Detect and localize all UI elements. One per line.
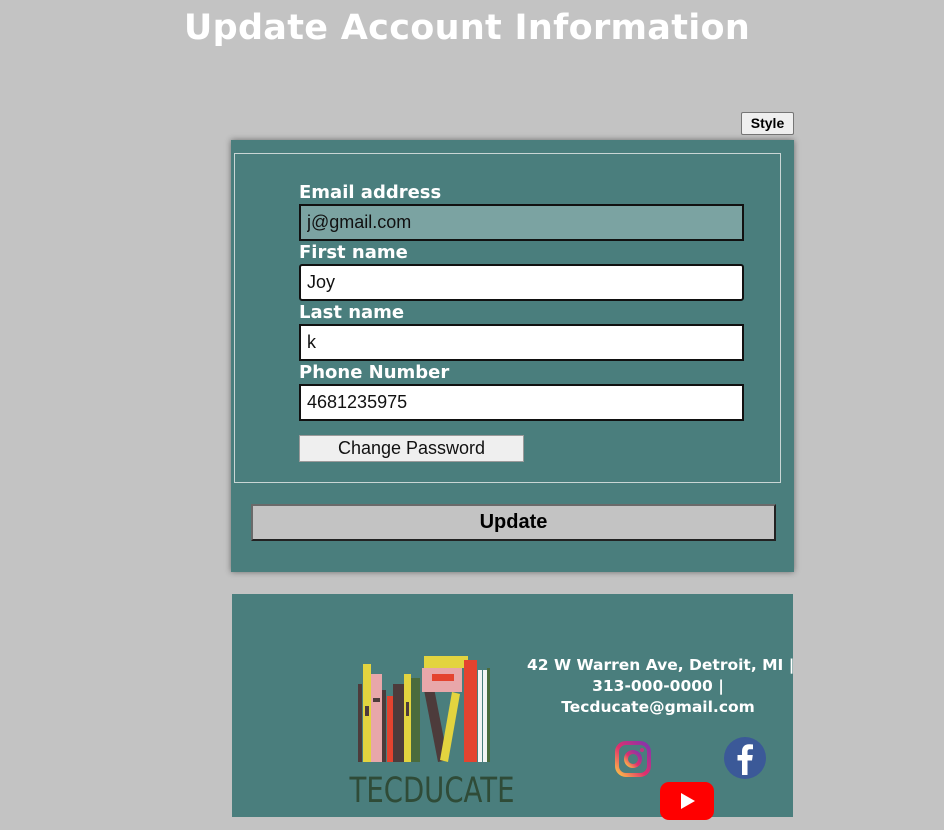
account-fieldset: Email address First name Last name Phone… [234,153,781,483]
facebook-icon [724,737,766,779]
phone-line: 313-000-0000 | [592,677,724,695]
contact-info: 42 W Warren Ave, Detroit, MI | 313-000-0… [527,655,795,718]
update-button[interactable]: Update [251,504,776,541]
email-line: Tecducate@gmail.com [561,698,755,716]
tecducate-logo: TECDUCATE [349,656,515,809]
account-form-panel: Email address First name Last name Phone… [231,140,794,572]
phone-field[interactable] [299,384,744,421]
page: Update Account Information Style Email a… [0,0,944,830]
youtube-link[interactable] [659,781,715,825]
logo-text: TECDUCATE [349,771,515,809]
first-name-label: First name [299,242,408,263]
first-name-field[interactable] [299,264,744,301]
phone-label: Phone Number [299,362,450,383]
last-name-label: Last name [299,302,405,323]
last-name-field[interactable] [299,324,744,361]
footer: TECDUCATE 42 W Warren Ave, Detroit, MI |… [232,594,795,820]
page-title: Update Account Information [183,8,751,48]
facebook-link[interactable] [722,737,768,783]
style-button[interactable]: Style [741,112,794,135]
address-line: 42 W Warren Ave, Detroit, MI | [527,656,795,674]
youtube-icon [660,782,714,820]
instagram-link[interactable] [614,740,652,782]
email-label: Email address [299,182,442,203]
books-illustration-icon [358,656,490,762]
instagram-icon [615,741,651,777]
email-field[interactable] [299,204,744,241]
change-password-button[interactable]: Change Password [299,435,524,462]
